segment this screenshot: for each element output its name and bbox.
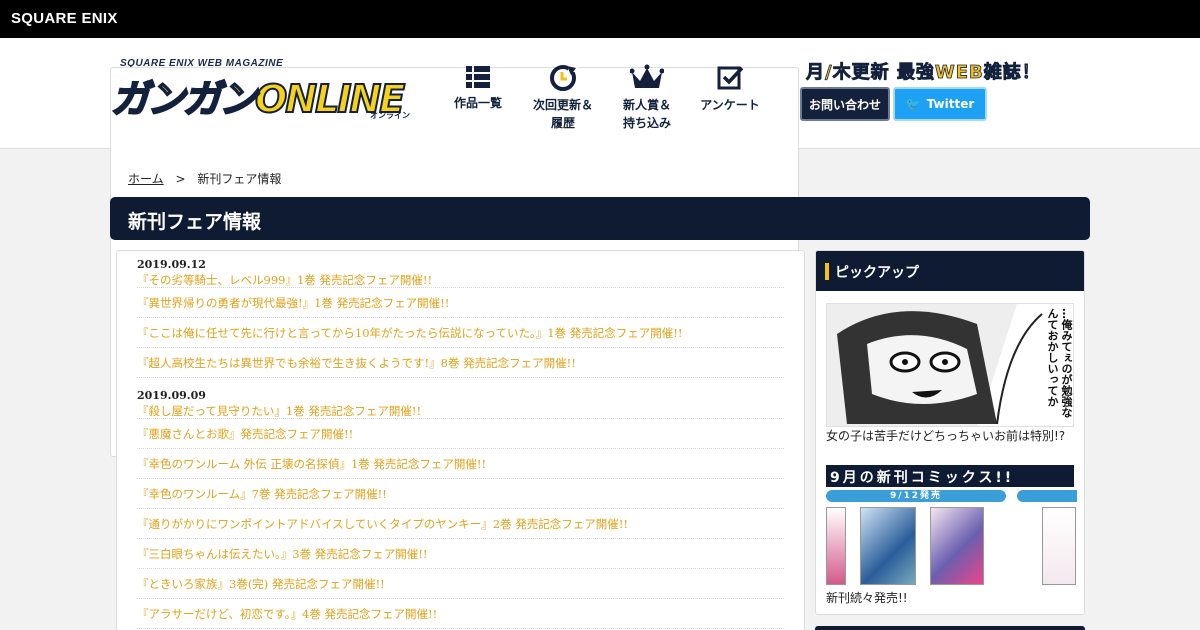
banner-date: 9/12発売 [826,490,1006,502]
gangan-online-logo[interactable]: SQUARE ENIX WEB MAGAZINE ガンガンONLINE オンライ… [110,58,799,457]
fair-link[interactable]: 『ときいろ家族』3巻(完) 発売記念フェア開催!! [137,569,784,599]
fair-link[interactable]: 『殺し屋だって見守りたい』1巻 発売記念フェア開催!! [137,403,784,419]
breadcrumb-current: 新刊フェア情報 [197,172,282,186]
crown-icon [630,64,664,88]
twitter-bird-icon: 🐦 [905,97,921,111]
fair-link[interactable]: 『幸色のワンルーム』7巻 発売記念フェア開催!! [137,479,784,509]
date-group: 2019.09.09 『殺し屋だって見守りたい』1巻 発売記念フェア開催!! 『… [137,389,784,629]
nav-label: 作品一覧 [453,96,502,110]
twitter-label: Twitter [926,97,975,111]
contact-button[interactable]: お問い合わせ [800,87,890,121]
nav-label: 次回更新＆ [532,98,593,112]
pickup-caption[interactable]: 女の子は苦手だけどちっちゃいお前は特別!? [826,427,1065,444]
pickup-sidebar: ピックアップ …俺みてぇのが勉強なんておかしいってか 女の子は苦手だけどちっちゃ… [815,250,1085,615]
fair-link[interactable]: 『アラサーだけど、初恋です。』4巻 発売記念フェア開催!! [137,599,784,629]
comic-cover [826,507,846,585]
contact-label: お問い合わせ [808,97,881,112]
sidebar-heading: ピックアップ [816,251,1084,291]
nav-label-2: 履歴 [550,116,575,130]
fair-link[interactable]: 『ここは俺に任せて先に行けと言ってから10年がたったら伝説になっていた。』1巻 … [137,318,784,348]
comic-cover [860,507,916,585]
logo-kana: オンライン [370,111,410,120]
site-header: SQUARE ENIX WEB MAGAZINE ガンガンONLINE オンライ… [0,38,1200,457]
fair-link[interactable]: 『悪魔さんとお歌』発売記念フェア開催!! [137,419,784,449]
breadcrumb: ホーム > 新刊フェア情報 [128,170,281,187]
top-bar: SQUARE ENIX [0,0,1200,38]
catchphrase: 月/木更新 最強WEB雑誌！ [806,62,1041,84]
speech-bubble-text: …俺みてぇのが勉強なんておかしいってか [1046,308,1073,418]
new-comics-banner[interactable]: 9月の新刊コミックス!! 9/12発売 [826,465,1077,587]
breadcrumb-home-link[interactable]: ホーム [128,172,164,186]
refresh-clock-icon [550,64,578,91]
date-group: 2019.09.12 『その劣等騎士、レベル999』1巻 発売記念フェア開催!!… [137,258,784,378]
nav-survey[interactable]: アンケート [688,64,772,114]
nav-next-update[interactable]: 次回更新＆ 履歴 [521,64,605,132]
fair-link[interactable]: 『通りがかりにワンポイントアドバイスしていくタイプのヤンキー』2巻 発売記念フェ… [137,509,784,539]
banner-title: 9月の新刊コミックス!! [826,465,1074,487]
banner-caption[interactable]: 新刊続々発売!! [826,589,908,606]
fair-list: 2019.09.12 『その劣等騎士、レベル999』1巻 発売記念フェア開催!!… [116,250,805,630]
banner-date-strip-2 [1017,490,1077,502]
group-date: 2019.09.09 [137,389,206,402]
fair-link[interactable]: 『異世界帰りの勇者が現代最強!』1巻 発売記念フェア開催!! [137,288,784,318]
nav-works-list[interactable]: 作品一覧 [436,64,520,112]
page-title: 新刊フェア情報 [110,197,1090,240]
group-date: 2019.09.12 [137,258,206,271]
fair-link[interactable]: 『三白眼ちゃんは伝えたい。』3巻 発売記念フェア開催!! [137,539,784,569]
pickup-manga-image[interactable]: …俺みてぇのが勉強なんておかしいってか [826,303,1074,427]
fair-link[interactable]: 『その劣等騎士、レベル999』1巻 発売記念フェア開催!! [137,272,784,288]
fair-link[interactable]: 『超人高校生たちは異世界でも余裕で生き抜くようです!』8巻 発売記念フェア開催!… [137,348,784,378]
comic-cover [1042,507,1076,585]
fair-link[interactable]: 『幸色のワンルーム 外伝 正壊の名探偵』1巻 発売記念フェア開催!! [137,449,784,479]
twitter-button[interactable]: 🐦 Twitter [893,87,987,121]
nav-label-2: 持ち込み [622,116,671,130]
nav-newcomer-award[interactable]: 新人賞＆ 持ち込み [605,64,689,132]
checkbox-icon [717,66,744,90]
next-sidebar-block [815,626,1085,630]
breadcrumb-separator: > [175,172,186,186]
nav-label: 新人賞＆ [622,98,671,112]
comic-cover [930,507,984,585]
grid-list-icon [466,66,490,88]
nav-label: アンケート [700,98,760,112]
square-enix-logo[interactable]: SQUARE ENIX [11,10,118,27]
